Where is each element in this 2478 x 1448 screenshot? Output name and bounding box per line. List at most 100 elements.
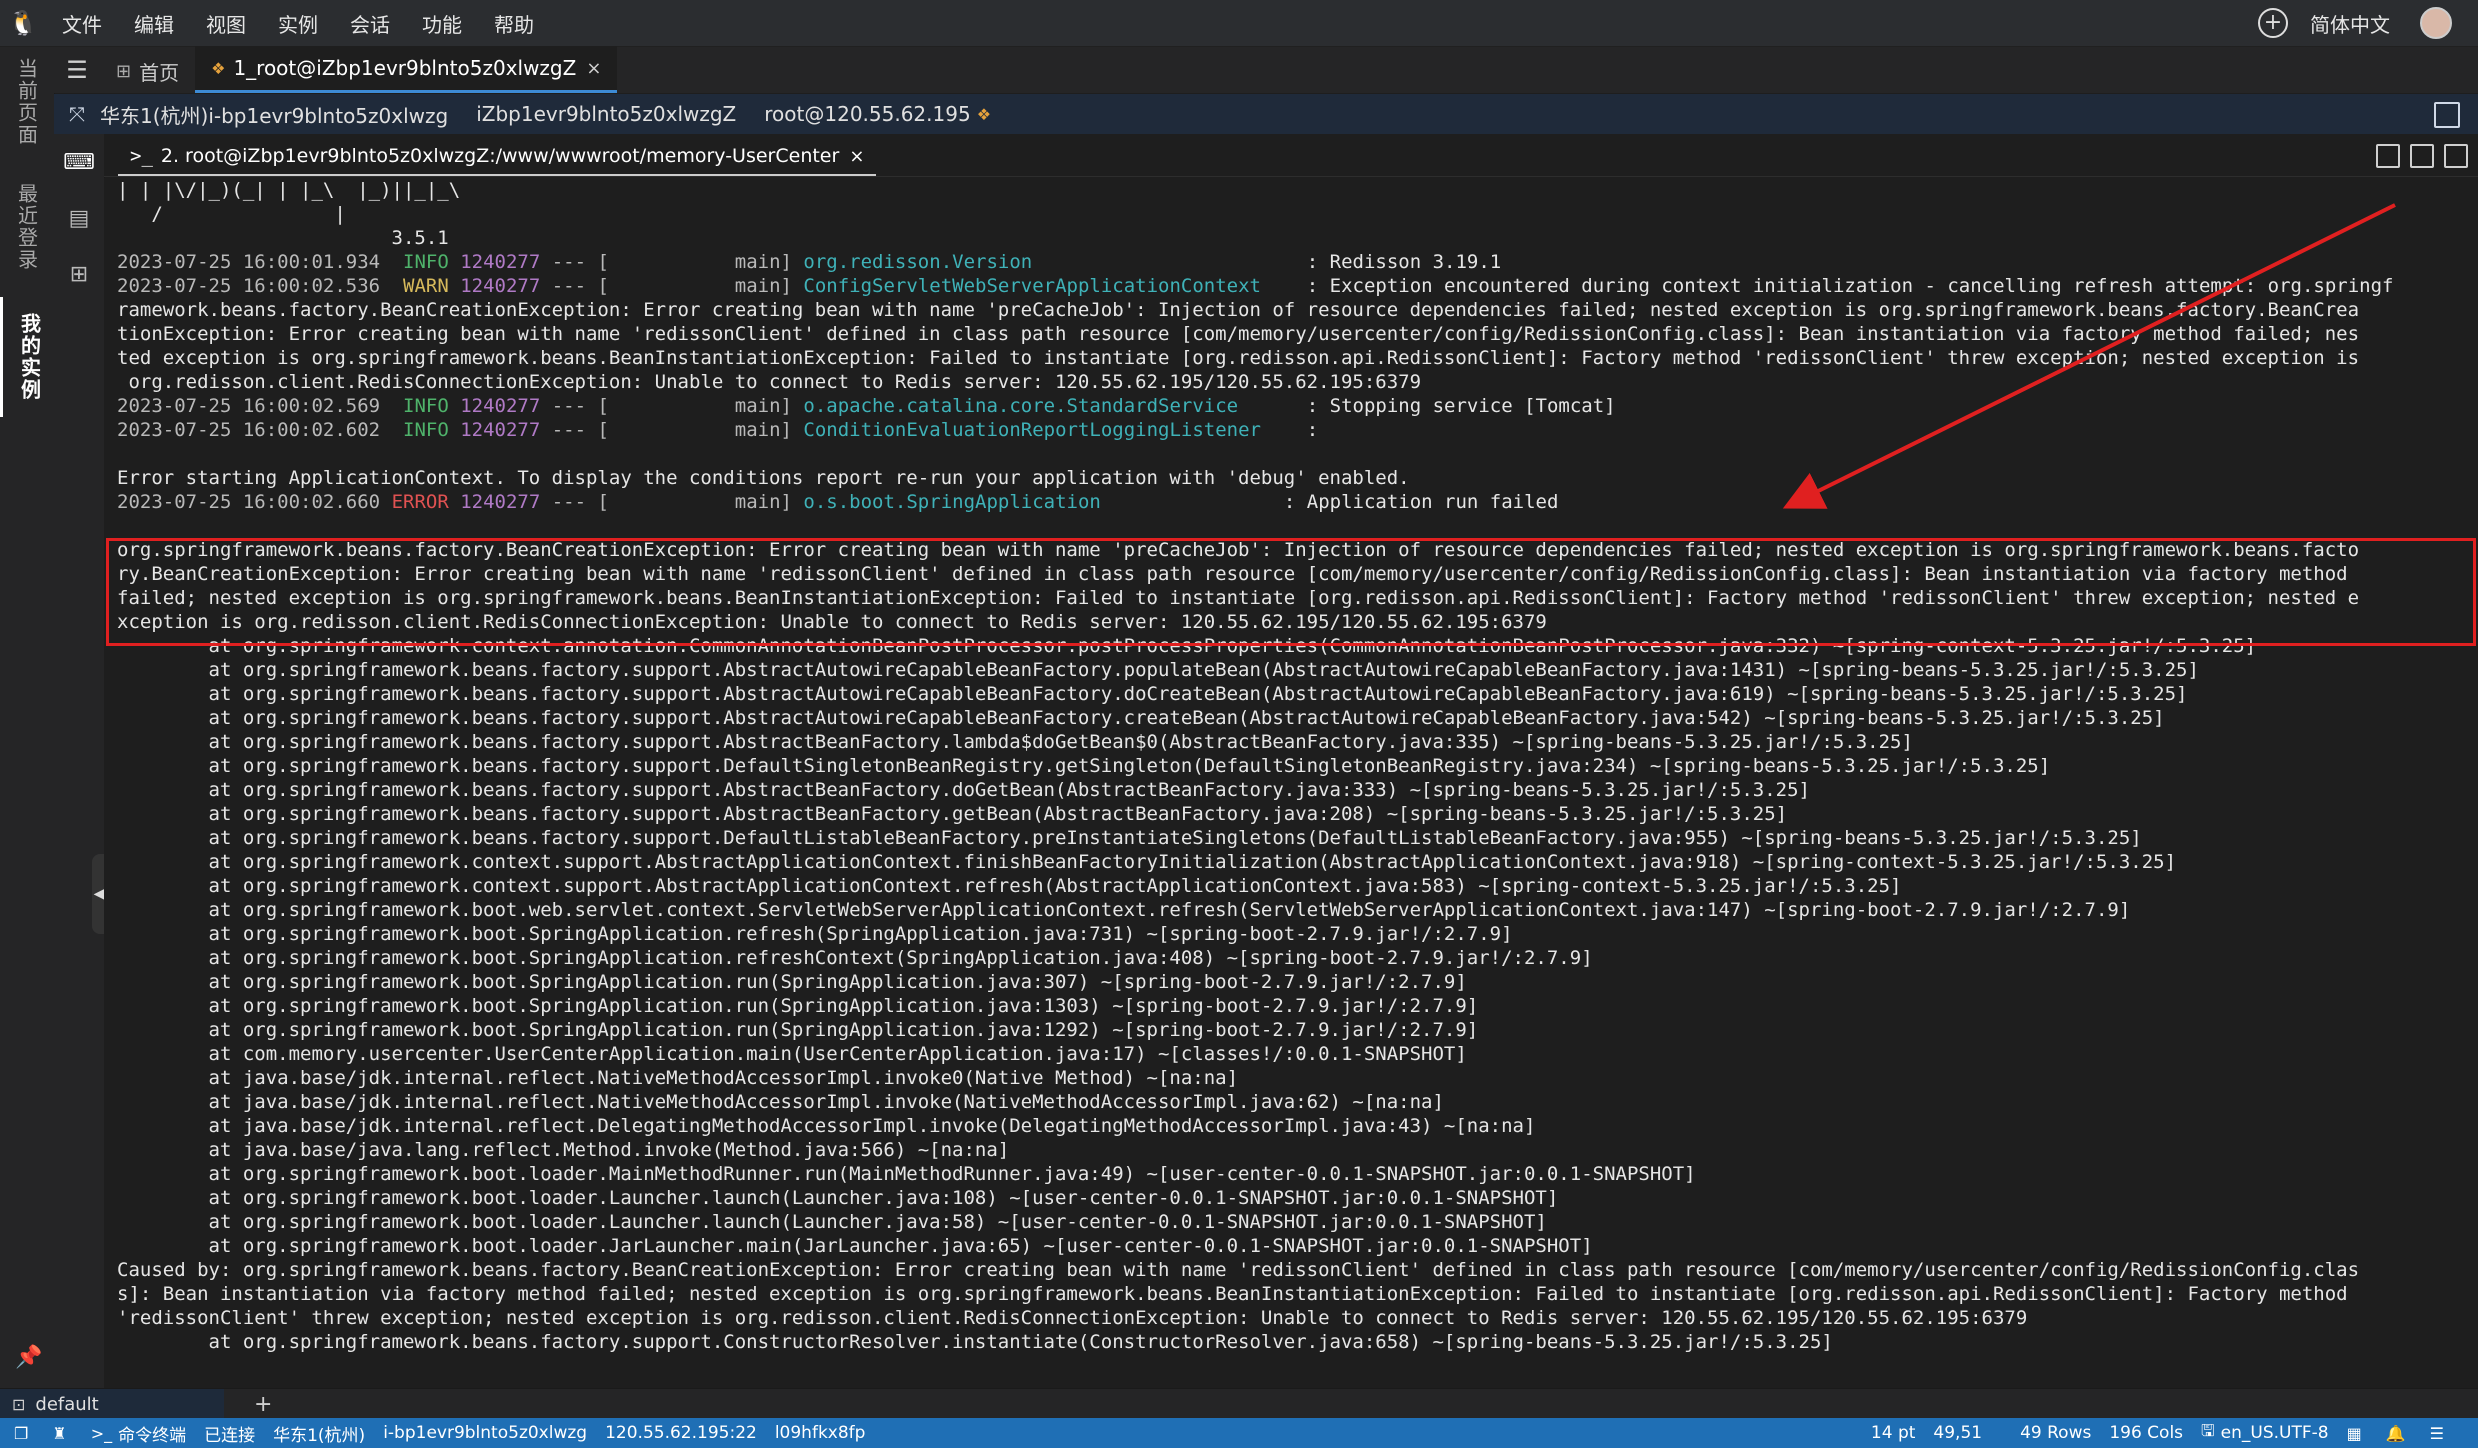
close-icon[interactable]: × — [849, 146, 864, 167]
menu-view[interactable]: 视图 — [190, 9, 262, 38]
menu-file[interactable]: 文件 — [46, 9, 118, 38]
menu-icon[interactable]: ☰ — [2430, 1424, 2450, 1443]
log-pid: 1240277 — [460, 395, 541, 417]
log-pid: 1240277 — [460, 275, 541, 297]
copy-icon[interactable]: ❐ — [14, 1424, 34, 1443]
log-continuation: tionException: Error creating bean with … — [117, 323, 2360, 345]
stack-trace-line: at java.base/jdk.internal.reflect.Native… — [117, 1091, 1444, 1113]
log-pid: 1240277 — [460, 251, 541, 273]
log-logger: org.redisson.Version — [803, 251, 1033, 273]
status-bar: ❐ ♜ >_ 命令终端 已连接 华东1(杭州) i-bp1evr9blnto5z… — [0, 1418, 2478, 1448]
log-timestamp: 2023-07-25 16:00:02.660 — [117, 491, 381, 513]
terminal-icon[interactable]: ⌨ — [54, 134, 104, 190]
terminal-label: >_ 命令终端 — [91, 1421, 186, 1446]
stack-trace-line: at org.springframework.context.support.A… — [117, 851, 2177, 873]
grid-icon: ⊞ — [116, 60, 132, 82]
log-message: : Redisson 3.19.1 — [1295, 251, 1502, 273]
avatar[interactable] — [2420, 7, 2452, 39]
log-space — [449, 491, 460, 513]
log-space — [380, 491, 391, 513]
add-tab-button[interactable]: + — [254, 1392, 272, 1417]
connection-status: 已连接 — [204, 1425, 256, 1446]
encoding-icon: 🖫 — [2201, 1420, 2215, 1440]
log-timestamp: 2023-07-25 16:00:01.934 — [117, 251, 381, 273]
side-tab-my-instances[interactable]: 我的实例 — [0, 297, 57, 417]
shell-tab-default[interactable]: ⊡ default — [0, 1389, 224, 1419]
log-logger: o.s.boot.SpringApplication — [803, 491, 1101, 513]
log-continuation: ramework.beans.factory.BeanCreationExcep… — [117, 299, 2360, 321]
add-circle-icon[interactable]: + — [2258, 8, 2288, 38]
plugin-icon[interactable]: ♜ — [52, 1424, 72, 1443]
log-message: : — [1295, 419, 1319, 441]
log-message: : Exception encountered during context i… — [1295, 275, 2394, 297]
status-instance: i-bp1evr9blnto5z0xlwzg — [383, 1423, 588, 1443]
menu-edit[interactable]: 编辑 — [118, 9, 190, 38]
stack-trace-line: at org.springframework.beans.factory.sup… — [117, 1331, 1833, 1353]
log-thread: main] — [608, 419, 792, 441]
tab-label: 1_root@iZbp1evr9blnto5z0xlwzgZ — [233, 56, 577, 80]
fullscreen-icon[interactable]: ⤧ — [54, 102, 100, 126]
log-entry: 2023-07-25 16:00:02.536 WARN 1240277 ---… — [117, 274, 2478, 298]
stack-trace-line: at org.springframework.beans.factory.sup… — [117, 683, 2188, 705]
log-space — [449, 419, 460, 441]
encoding[interactable]: 🖫 en_US.UTF-8 — [2201, 1420, 2329, 1447]
log-space — [792, 275, 803, 297]
stack-trace-line: at org.springframework.beans.factory.sup… — [117, 707, 2165, 729]
log-level: INFO — [391, 419, 449, 441]
stack-trace-line: at org.springframework.beans.factory.sup… — [117, 779, 1810, 801]
list-icon[interactable]: ☰ — [54, 47, 100, 93]
log-space — [380, 419, 391, 441]
log-space — [792, 491, 803, 513]
split-horizontal-icon[interactable] — [2444, 144, 2468, 168]
log-level: ERROR — [391, 491, 449, 513]
stack-trace-line: at org.springframework.boot.loader.JarLa… — [117, 1235, 1593, 1257]
banner-line: | | |\/|_)(_| | |_\ |_)||_|_\ — [117, 179, 461, 201]
log-timestamp: 2023-07-25 16:00:02.602 — [117, 419, 381, 441]
log-message: : Application run failed — [1272, 491, 1559, 513]
language-selector[interactable]: 简体中文 — [2310, 9, 2390, 38]
log-pad — [1261, 419, 1295, 441]
menu-bar: 🐧 文件 编辑 视图 实例 会话 功能 帮助 + 简体中文 — [0, 0, 2478, 47]
apps-icon[interactable]: ⊞ — [54, 246, 104, 302]
banner-line: 3.5.1 — [117, 227, 449, 249]
stack-trace-line: at com.memory.usercenter.UserCenterAppli… — [117, 1043, 1467, 1065]
grid-icon[interactable]: ▦ — [2347, 1424, 2368, 1443]
font-size[interactable]: 14 pt — [1871, 1423, 1916, 1443]
stack-trace-line: at org.springframework.boot.SpringApplic… — [117, 995, 1479, 1017]
tab-session[interactable]: ❖ 1_root@iZbp1evr9blnto5z0xlwzgZ × — [195, 46, 618, 93]
stack-trace-line: at org.springframework.boot.SpringApplic… — [117, 947, 1593, 969]
terminal-output[interactable]: | | |\/|_)(_| | |_\ |_)||_|_\ / | 3.5.1 2… — [104, 178, 2478, 1388]
log-space — [449, 251, 460, 273]
prompt-icon: >_ — [130, 145, 153, 167]
banner-line: / | — [117, 203, 346, 225]
new-pane-icon[interactable] — [2376, 144, 2400, 168]
menu-session[interactable]: 会话 — [334, 9, 406, 38]
menu-features[interactable]: 功能 — [406, 9, 478, 38]
log-entry: 2023-07-25 16:00:02.569 INFO 1240277 ---… — [117, 394, 2478, 418]
log-entry: 2023-07-25 16:00:02.660 ERROR 1240277 --… — [117, 490, 2478, 514]
log-level: INFO — [391, 395, 449, 417]
menu-help[interactable]: 帮助 — [478, 9, 550, 38]
terminal-icon: ⊡ — [12, 1394, 26, 1414]
pin-icon[interactable]: 📌 — [15, 1345, 42, 1370]
sidebar-toggle-icon[interactable] — [2434, 102, 2460, 128]
split-vertical-icon[interactable] — [2410, 144, 2434, 168]
log-separator: --- [ — [540, 395, 609, 417]
bell-icon[interactable]: 🔔 — [2386, 1424, 2412, 1443]
menu-instance[interactable]: 实例 — [262, 9, 334, 38]
stack-trace-line: at org.springframework.beans.factory.sup… — [117, 827, 2142, 849]
side-tab-label: 最近登录 — [14, 183, 39, 271]
file-icon[interactable]: ▤ — [54, 190, 104, 246]
side-tab-recent-login[interactable]: 最近登录 — [0, 167, 54, 287]
tab-home[interactable]: ⊞ 首页 — [100, 49, 195, 93]
stack-trace-line: at org.springframework.boot.web.servlet.… — [117, 899, 2131, 921]
close-icon[interactable]: × — [586, 58, 601, 79]
stack-trace-line: at java.base/jdk.internal.reflect.Native… — [117, 1067, 1239, 1089]
bottom-tab-bar: ⊡ default + — [0, 1388, 2478, 1419]
stack-trace-line: at org.springframework.context.support.A… — [117, 875, 1902, 897]
terminal-tab[interactable]: >_ 2. root@iZbp1evr9blnto5z0xlwzgZ:/www/… — [118, 138, 877, 176]
status-region: 华东1(杭州) — [273, 1425, 366, 1446]
error-start-line: Error starting ApplicationContext. To di… — [117, 467, 1410, 489]
side-tab-current-page[interactable]: 当前页面 — [0, 47, 54, 157]
